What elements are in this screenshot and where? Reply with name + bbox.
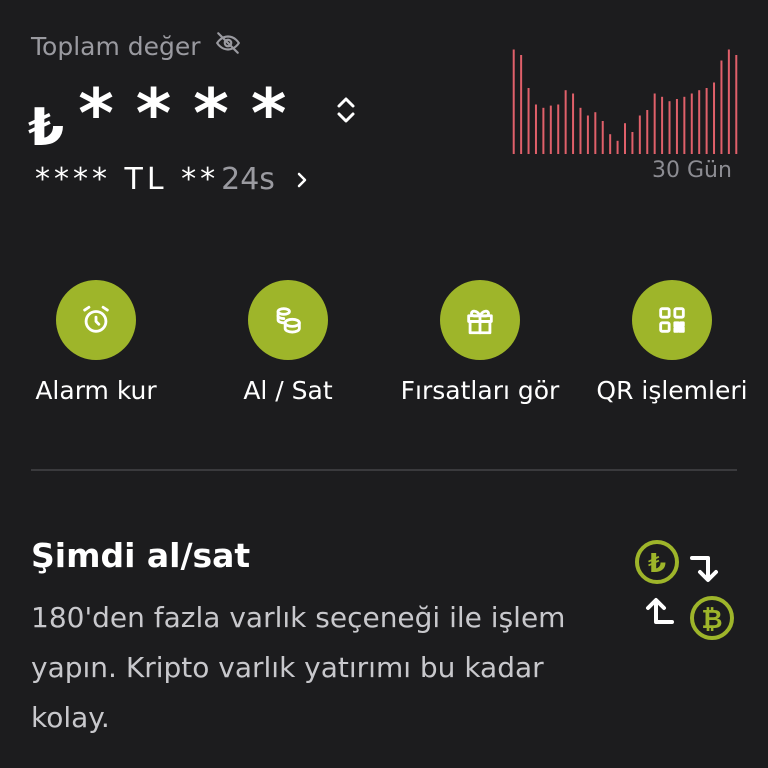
svg-text:₺: ₺ — [648, 549, 666, 579]
alarm-action-circle[interactable] — [56, 280, 136, 360]
opportunities-action-label: Fırsatları gör — [400, 376, 560, 405]
gift-icon — [467, 309, 493, 335]
quick-actions: Alarm kur Al / Sat Fırsatları gör QR işl… — [0, 280, 768, 410]
qr-code-icon — [659, 307, 685, 333]
svg-text:₿: ₿ — [701, 605, 722, 635]
qr-action-circle[interactable] — [632, 280, 712, 360]
hide-balance-icon[interactable] — [215, 30, 241, 62]
currency-toggle-icon[interactable] — [332, 94, 360, 126]
change-summary-row[interactable]: **** TL ** 24s — [35, 162, 309, 197]
masked-change-value: **** TL ** — [35, 162, 220, 197]
opportunities-action-circle[interactable] — [440, 280, 520, 360]
portfolio-sparkline-chart — [512, 49, 738, 154]
change-period: 24s — [221, 162, 275, 197]
total-value-label: Toplam değer — [31, 31, 201, 61]
section-divider — [31, 469, 737, 471]
alarm-action-label: Alarm kur — [35, 376, 157, 405]
coins-icon — [276, 307, 301, 334]
promo-title: Şimdi al/sat — [31, 536, 251, 575]
masked-balance-value: **** — [78, 75, 309, 154]
qr-action-button[interactable]: QR işlemleri — [582, 280, 762, 405]
qr-action-label: QR işlemleri — [596, 376, 748, 405]
opportunities-action-button[interactable]: Fırsatları gör — [390, 280, 570, 405]
currency-symbol: ₺ — [28, 98, 65, 158]
alarm-clock-icon — [83, 305, 109, 333]
buy-sell-action-circle[interactable] — [248, 280, 328, 360]
alarm-action-button[interactable]: Alarm kur — [6, 280, 186, 405]
buy-sell-action-label: Al / Sat — [243, 376, 333, 405]
buy-sell-action-button[interactable]: Al / Sat — [198, 280, 378, 405]
chart-range-label: 30 Gün — [652, 158, 732, 183]
masked-balance: ₺ **** — [28, 72, 309, 159]
total-value-header: Toplam değer — [31, 30, 241, 62]
promo-description: 180'den fazla varlık seçeneği ile işlem … — [31, 601, 566, 734]
chevron-right-icon — [297, 172, 307, 187]
exchange-lira-bitcoin-icon: ₺ ₿ — [635, 540, 734, 640]
